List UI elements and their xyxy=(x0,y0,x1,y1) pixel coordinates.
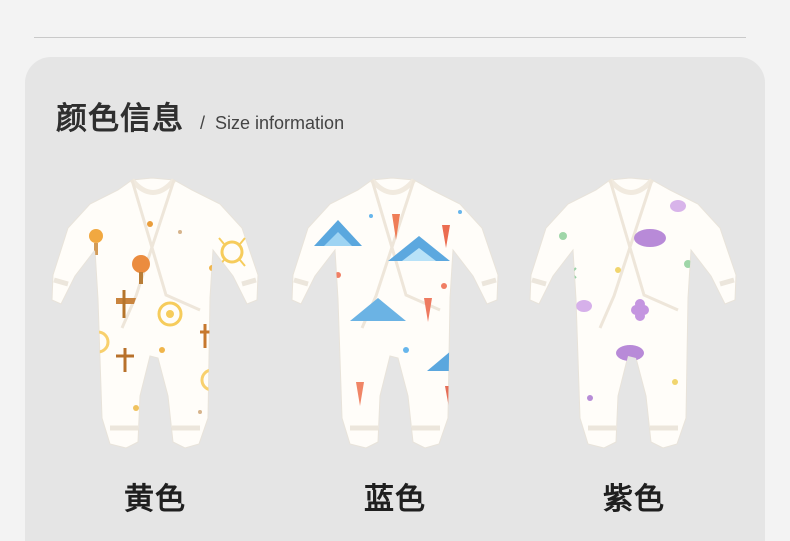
yellow-romper-image xyxy=(51,177,259,449)
product-image-blue xyxy=(290,172,500,452)
section-title-separator: / xyxy=(200,113,206,133)
product-image-purple xyxy=(528,172,738,452)
product-image-yellow xyxy=(50,172,260,452)
blue-romper-image xyxy=(291,177,499,449)
section-title-en: Size information xyxy=(215,113,345,133)
purple-romper-image xyxy=(529,177,737,449)
section-title-cn: 颜色信息 xyxy=(56,101,184,137)
top-divider xyxy=(34,37,746,38)
color-label-purple: 紫色 xyxy=(603,482,665,517)
color-label-blue: 蓝色 xyxy=(364,482,426,517)
section-heading: 颜色信息 / Size information xyxy=(56,93,344,138)
color-label-yellow: 黄色 xyxy=(124,482,186,517)
